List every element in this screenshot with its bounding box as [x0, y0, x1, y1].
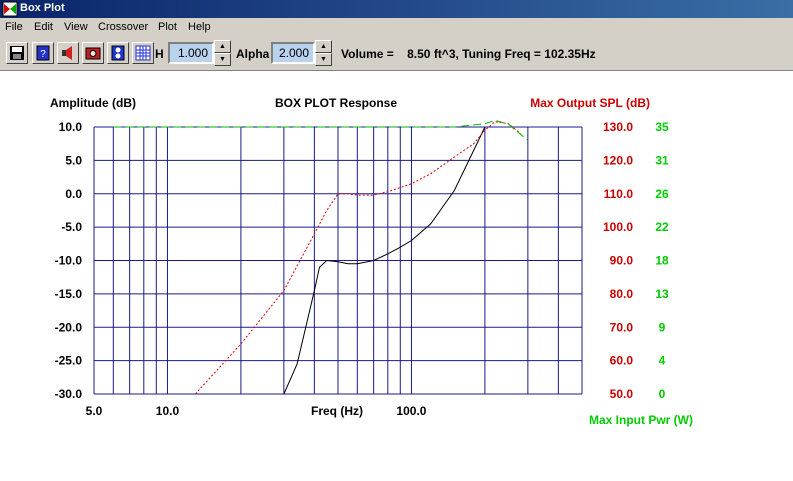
y-tick-label-spl: 110.0	[604, 187, 634, 201]
box-plot-app-icon	[2, 1, 18, 17]
save-icon	[10, 46, 24, 60]
menu-edit[interactable]: Edit	[34, 21, 53, 33]
y-tick-label-power: 18	[655, 254, 669, 268]
response-chart: 10.0 130.0 35 5.0 120.0 31 0.0 110.0 26 -5.0 100.0…	[50, 96, 693, 427]
save-button[interactable]	[6, 42, 28, 64]
y-tick-label-spl: 100.0	[603, 220, 633, 234]
speaker-icon	[62, 46, 72, 60]
y-tick-label-power: 4	[659, 354, 666, 368]
driver-button[interactable]	[107, 42, 129, 64]
x-axis-label: Freq (Hz)	[311, 404, 363, 418]
y-tick-label-left: 10.0	[59, 120, 83, 134]
y-tick-label-left: -30.0	[55, 387, 83, 401]
y-tick-label-spl: 50.0	[610, 387, 634, 401]
alpha-spinner[interactable]: ▲ ▼	[315, 40, 332, 66]
y-tick-label-power: 35	[655, 120, 669, 134]
chart-grid	[93, 126, 583, 395]
chart-title: BOX PLOT Response	[275, 96, 397, 110]
alpha-label: Alpha	[236, 47, 270, 61]
y-tick-label-left: -5.0	[61, 220, 82, 234]
h-value-field[interactable]: 1.000	[168, 42, 214, 64]
x-axis-power-label: Max Input Pwr (W)	[589, 413, 693, 427]
y-tick-label-spl: 120.0	[603, 153, 633, 167]
h-spinner[interactable]: ▲ ▼	[214, 40, 231, 66]
menu-crossover[interactable]: Crossover	[98, 21, 148, 33]
box-button[interactable]	[82, 42, 104, 64]
x-tick-label: 10.0	[156, 404, 180, 418]
alpha-value-field[interactable]: 2.000	[271, 42, 315, 64]
chart-labels: 10.0 130.0 35 5.0 120.0 31 0.0 110.0 26 -5.0 100.0…	[55, 120, 669, 418]
driver-icon	[111, 45, 125, 61]
y-tick-label-power: 26	[655, 187, 669, 201]
y-tick-label-left: -15.0	[55, 287, 83, 301]
h-label: H	[155, 47, 164, 61]
toolbar: ? H 1.000 ▲ ▼ Alpha 2.000 ▲ ▼ Volume = 8…	[0, 37, 793, 71]
y-tick-label-left: -20.0	[55, 320, 83, 334]
y-tick-label-left: 5.0	[65, 153, 82, 167]
h-spin-down-button[interactable]: ▼	[214, 53, 231, 66]
y-tick-label-left: -25.0	[55, 354, 83, 368]
grid-icon	[135, 45, 151, 61]
y-axis-left-label: Amplitude (dB)	[50, 96, 136, 110]
alpha-spin-down-button[interactable]: ▼	[315, 53, 332, 66]
book-icon: ?	[36, 45, 50, 61]
help-book-button[interactable]: ?	[32, 42, 54, 64]
status-text: Volume = 8.50 ft^3, Tuning Freq = 102.35…	[341, 47, 596, 61]
y-tick-label-spl: 70.0	[610, 320, 634, 334]
y-axis-spl-label: Max Output SPL (dB)	[530, 96, 650, 110]
y-tick-label-power: 0	[659, 387, 666, 401]
y-tick-label-power: 22	[655, 220, 669, 234]
menu-plot[interactable]: Plot	[158, 21, 177, 33]
h-spin-up-button[interactable]: ▲	[214, 40, 231, 53]
title-bar: Box Plot	[0, 0, 793, 18]
grid-button[interactable]	[132, 42, 154, 64]
y-tick-label-spl: 60.0	[610, 354, 634, 368]
y-tick-label-spl: 80.0	[610, 287, 634, 301]
window-title: Box Plot	[20, 2, 65, 14]
menu-file[interactable]: File	[5, 21, 23, 33]
speaker-button[interactable]	[57, 42, 79, 64]
series-line-max_spl	[194, 121, 521, 395]
series-line-max_power	[113, 119, 529, 141]
y-tick-label-left: 0.0	[65, 187, 82, 201]
svg-text:?: ?	[40, 49, 46, 60]
y-tick-label-power: 9	[659, 320, 666, 334]
menu-bar: File Edit View Crossover Plot Help	[0, 18, 793, 37]
x-tick-label: 5.0	[86, 404, 103, 418]
y-tick-label-spl: 130.0	[603, 120, 633, 134]
menu-view[interactable]: View	[64, 21, 88, 33]
y-tick-label-power: 31	[655, 153, 669, 167]
box-icon	[85, 47, 101, 60]
y-tick-label-power: 13	[655, 287, 669, 301]
menu-help[interactable]: Help	[188, 21, 211, 33]
alpha-spin-up-button[interactable]: ▲	[315, 40, 332, 53]
x-tick-label: 100.0	[396, 404, 426, 418]
y-tick-label-spl: 90.0	[610, 254, 634, 268]
chart-curves	[113, 119, 529, 395]
y-tick-label-left: -10.0	[55, 254, 83, 268]
